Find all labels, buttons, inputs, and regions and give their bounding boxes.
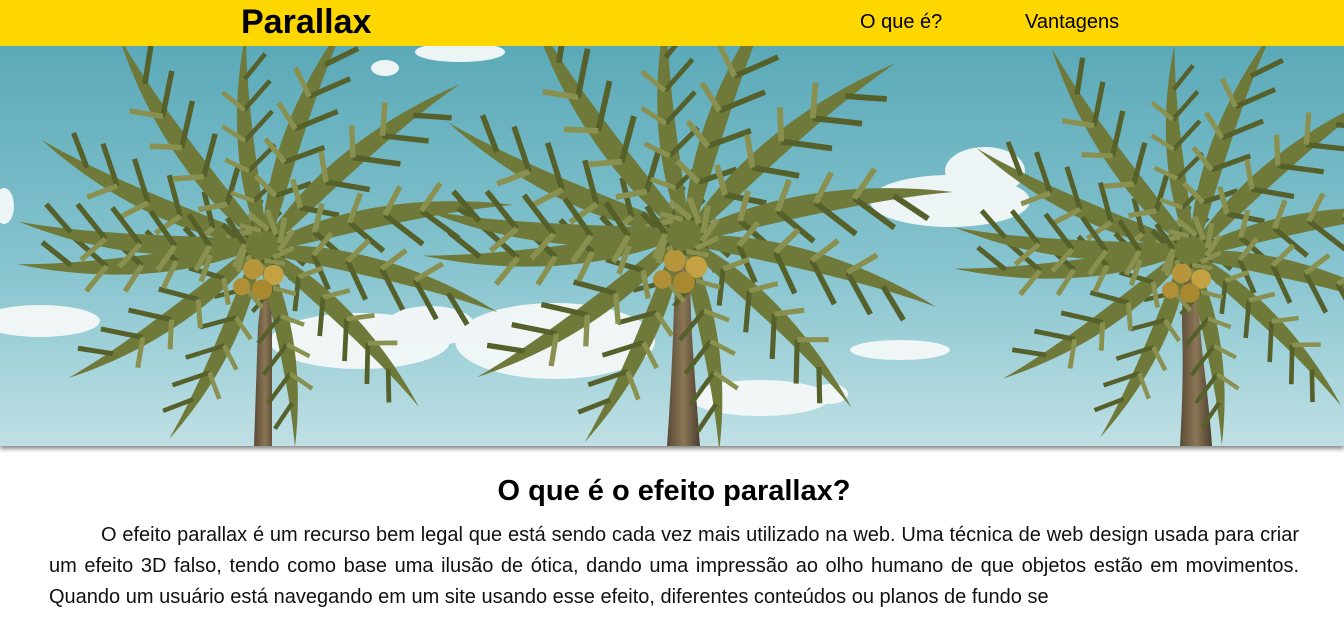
site-logo[interactable]: Parallax [241,2,371,42]
nav-link-o-que-e[interactable]: O que é? [860,10,942,34]
nav-link-vantagens[interactable]: Vantagens [1025,10,1119,34]
section-title: O que é o efeito parallax? [497,475,851,507]
hero-image-palm-trees [0,46,1344,446]
section-paragraph: O efeito parallax é um recurso bem legal… [49,524,1299,608]
site-header: Parallax O que é? Vantagens [0,0,1344,46]
main-content: O que é o efeito parallax? O efeito para… [49,470,1299,613]
